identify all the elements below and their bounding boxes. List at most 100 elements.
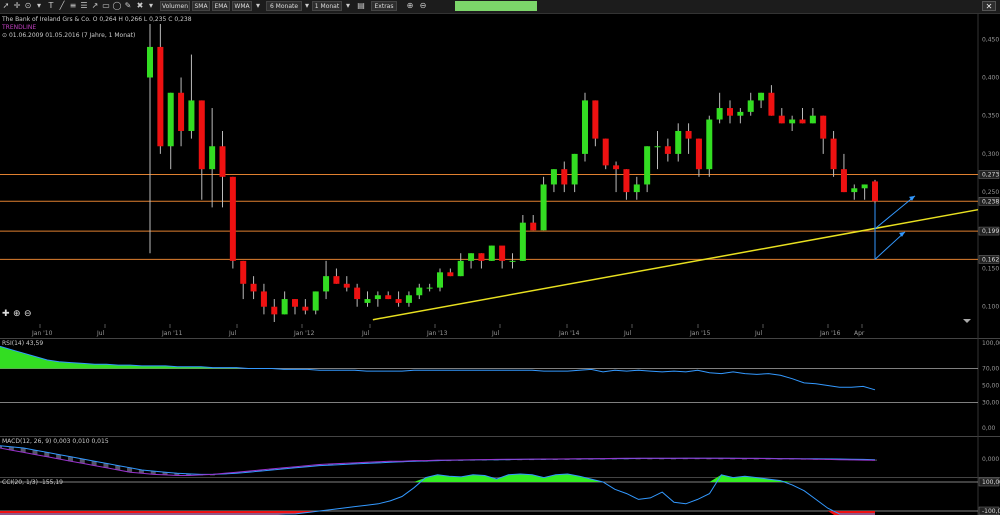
candle-body [664,146,671,154]
rsi-y-tick: 100,00 [982,340,1000,347]
candle-body [292,299,298,307]
candle-body [820,115,827,139]
candle-body [758,92,765,101]
cci-y-tick: -100,00 [982,508,1000,515]
candle-body [872,181,878,202]
candle-body [675,130,682,154]
y-tick-label: 0,450 [982,36,999,43]
candle-body [830,138,837,170]
rsi-y-tick: 50,00 [982,383,999,390]
candle-body [260,291,267,307]
scroll-down-icon [963,319,971,323]
candle-body [302,306,309,311]
candle-body [509,260,516,262]
cci-title: CCI(20, 1/3) -155,19 [2,479,63,486]
candle-body [271,306,278,315]
candle-body [778,115,785,124]
candle-body [499,245,506,261]
candle-body [571,153,578,185]
candle-body [768,92,775,116]
rsi-y-tick: 70,00 [982,366,999,373]
cci-y-tick: 100,00 [982,479,1000,486]
y-tick-label: 0,250 [982,189,999,196]
candle-body [840,169,847,193]
y-tick-label: 0,300 [982,151,999,158]
candle-body [385,295,392,300]
candle-body [229,176,236,261]
candle-body [374,295,381,300]
x-tick-label: Jan '10 [31,330,53,337]
candle-body [613,165,620,170]
candle-body [209,146,216,170]
candle-body [799,119,806,124]
x-tick-label: Jul [361,330,370,337]
candle-body [240,260,247,284]
candle-body [561,169,568,185]
x-tick-label: Jan '13 [426,330,448,337]
zoom-in-chart-icon: ⊕ [13,309,21,319]
candle-body [167,92,174,147]
x-tick-label: Jul [754,330,763,337]
candle-body [716,108,723,120]
candle-body [644,146,651,185]
candle-body [478,253,485,261]
candle-body [250,283,257,292]
zoom-out-chart-icon: ⊖ [24,309,32,319]
candle-body [468,253,475,261]
candle-body [685,130,692,139]
candle-body [550,169,557,185]
candle-body [343,283,350,288]
candle-body [623,169,630,193]
candle-body [219,146,226,177]
candle-body [861,184,868,189]
level-label: 0,162 [982,256,999,263]
candle-body [602,138,609,166]
candle-body [540,184,547,231]
y-tick-label: 0,100 [982,304,999,311]
chart-canvas[interactable]: 0,4500,4000,3500,3000,2500,2000,1500,100… [0,0,1000,515]
x-tick-label: Jan '11 [161,330,183,337]
candle-body [457,260,464,277]
candle-body [695,138,702,170]
candle-body [147,46,153,78]
candle-body [737,111,744,116]
candle-body [426,287,433,289]
candle-body [706,119,713,170]
macd-title: MACD(12, 26, 9) 0,003 0,010 0,015 [2,438,109,445]
candle-body [633,184,640,193]
candle-body [789,119,796,124]
candle-body [157,46,164,147]
y-tick-label: 0,350 [982,113,999,120]
candle-body [323,276,330,292]
y-tick-label: 0,150 [982,266,999,273]
rsi-y-tick: 0,00 [982,425,996,432]
candle-body [447,272,454,277]
candle-body [281,299,288,315]
x-tick-label: Apr [854,330,865,337]
candle-body [592,100,599,139]
x-tick-label: Jul [96,330,105,337]
candle-body [519,222,526,261]
candle-body [530,222,537,231]
candle-body [178,92,185,131]
y-tick-label: 0,400 [982,74,999,81]
rsi-title: RSI(14) 43,59 [2,340,43,347]
x-tick-label: Jan '14 [558,330,580,337]
candle-body [312,291,319,311]
candle-body [416,287,423,296]
candle-body [364,299,371,303]
level-label: 0,273 [982,172,999,179]
candle-body [188,100,195,131]
candle-body [851,188,858,193]
candle-body [582,100,588,154]
candle-body [198,100,205,170]
candle-body [354,287,361,300]
arrow-up-line [874,231,906,260]
candle-body [809,115,816,124]
candle-body [747,100,754,112]
candle-body [395,299,402,303]
level-label: 0,199 [982,228,999,235]
x-tick-label: Jul [228,330,237,337]
macd-y-tick: 0,000 [982,456,999,463]
x-tick-label: Jul [491,330,500,337]
